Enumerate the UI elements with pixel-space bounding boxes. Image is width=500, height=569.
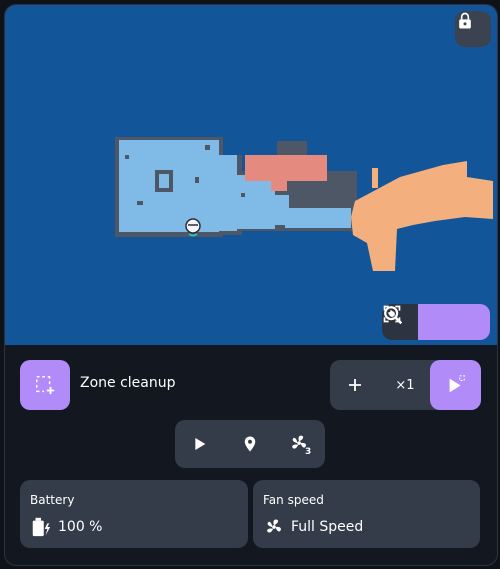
battery-title: Battery	[30, 493, 75, 507]
vacuum-map[interactable]	[5, 5, 497, 345]
fan-speed-value-row: Full Speed	[263, 516, 363, 538]
play-icon	[195, 438, 206, 450]
fan-speed-button[interactable]: 3	[275, 420, 325, 468]
action-toolbar: 3	[175, 420, 325, 468]
repeat-count-button[interactable]: ×1	[380, 360, 430, 410]
map-toolbar	[382, 304, 490, 340]
zone-repeat-group: ×1	[330, 360, 481, 410]
battery-panel: Battery 100 %	[20, 480, 248, 548]
lock-icon	[459, 12, 471, 29]
battery-value: 100 %	[58, 519, 103, 535]
controls-panel: Zone cleanup ×1 3 Battery 100 % Fan spee…	[5, 345, 497, 565]
zoom-in-button[interactable]	[384, 304, 490, 340]
start-button[interactable]	[175, 420, 225, 468]
battery-charging-icon	[32, 517, 51, 537]
battery-value-row: 100 %	[30, 516, 102, 538]
fan-speed-title: Fan speed	[263, 493, 324, 507]
zoom-out-button[interactable]	[384, 304, 454, 340]
zone-select-button[interactable]	[20, 360, 70, 410]
location-pin-icon	[244, 436, 256, 452]
vacuum-card: Zone cleanup ×1 3 Battery 100 % Fan spee…	[4, 4, 498, 566]
add-zone-button[interactable]	[330, 360, 380, 410]
map-canvas	[115, 137, 493, 271]
map-room-orange	[351, 161, 493, 271]
plus-icon	[349, 379, 361, 391]
lock-button[interactable]	[455, 11, 491, 47]
zone-cleanup-label: Zone cleanup	[80, 375, 176, 391]
play-zone-icon	[449, 375, 465, 393]
fan-speed-panel: Fan speed Full Speed	[253, 480, 480, 548]
fan-icon	[267, 519, 281, 533]
locate-button[interactable]	[225, 420, 275, 468]
start-zone-button[interactable]	[430, 360, 481, 410]
select-area-icon	[36, 376, 55, 395]
zoom-in-icon	[384, 306, 403, 325]
fan-speed-badge: 3	[305, 447, 312, 457]
map-room-gap	[159, 174, 169, 188]
fan-speed-value: Full Speed	[291, 519, 364, 535]
